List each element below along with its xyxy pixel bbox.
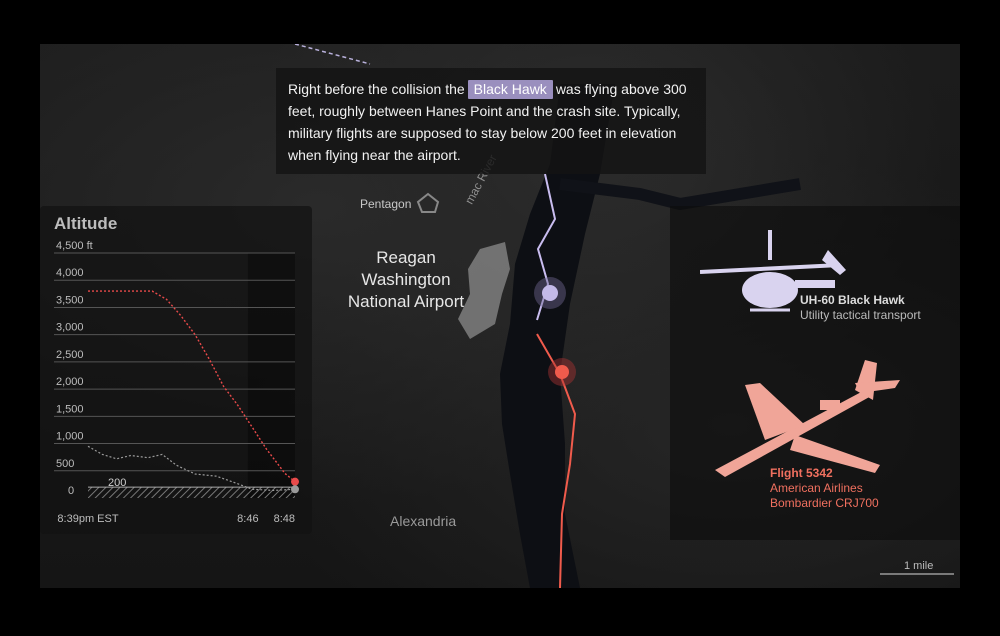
x-tick-label: 8:46 [237,513,258,525]
caption-before: Right before the collision the [288,81,465,97]
reference-line-label: 200 [108,477,126,489]
final-minutes-shade [247,253,295,498]
altitude-point-black-hawk [291,485,299,494]
caption-box: Right before the collision the Black Hawk… [276,68,706,174]
helicopter-marker [542,285,558,301]
airplane-airline: American Airlines [770,481,863,495]
airplane-name: Flight 5342 [770,466,833,480]
alexandria-label: Alexandria [390,513,457,529]
x-tick-label: 8:39pm EST [57,513,118,525]
airport-label-line1: Reagan [376,248,436,267]
y-tick-label: 3,000 [56,322,84,334]
altitude-point-flight-5342 [291,477,299,486]
pentagon-shape [416,192,440,213]
y-tick-label: 500 [56,458,74,470]
helicopter-description: Utility tactical transport [800,308,921,322]
airport-label-line2: Washington [361,270,451,289]
x-tick-label: 8:48 [274,513,295,525]
y-tick-label: 3,500 [56,294,84,306]
y-tick-label: 2,000 [56,376,84,388]
anacostia-river [559,178,801,211]
scale-label: 1 mile [904,560,934,572]
y-tick-label: 4,000 [56,267,84,279]
airplane-model: Bombardier CRJ700 [770,496,879,510]
caption-text: Right before the collision the Black Hawk… [276,68,706,166]
y-tick-label: 1,000 [56,431,84,443]
airport-label: Reagan Washington National Airport [336,247,476,313]
altitude-chart: 4,500 ft 4,000 3,500 3,000 2,500 2,000 1,500 1,… [54,240,299,525]
plane-marker [555,365,569,379]
y-tick-label: 2,500 [56,349,84,361]
airport-label-line3: National Airport [347,292,465,311]
helicopter-path-trail [294,44,371,65]
y-tick-label: 0 [68,485,74,497]
y-tick-label: 4,500 ft [56,240,93,252]
y-tick-label: 1,500 [56,403,84,415]
helicopter-name: UH-60 Black Hawk [800,293,905,307]
pentagon-label: Pentagon [360,197,412,211]
caption-highlight: Black Hawk [467,80,553,99]
